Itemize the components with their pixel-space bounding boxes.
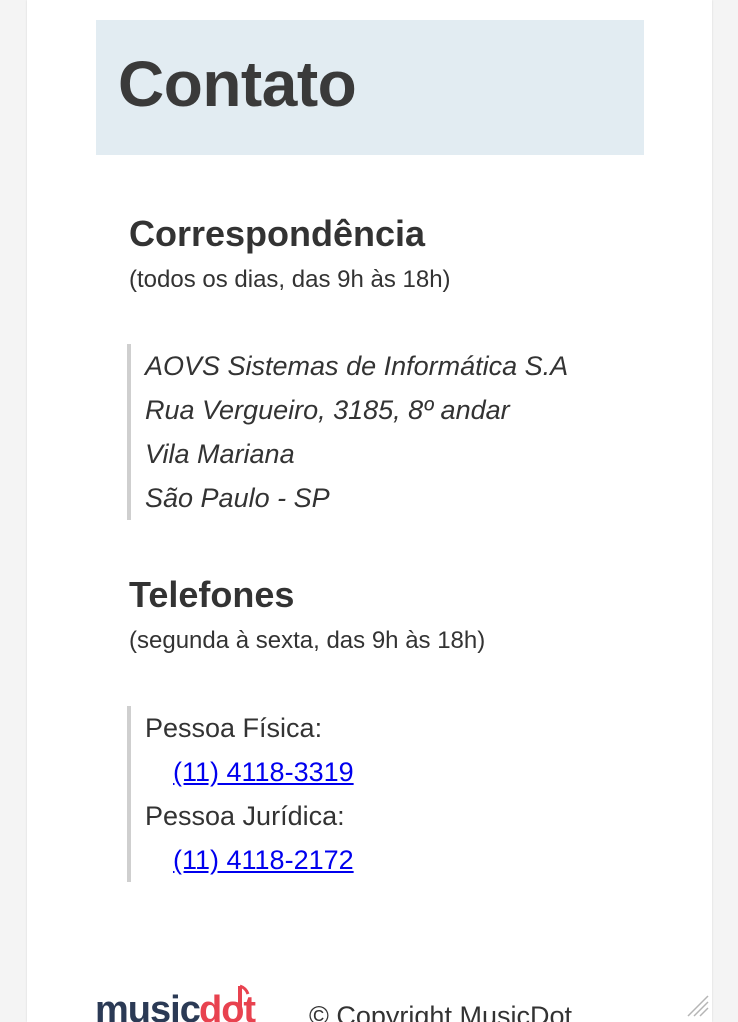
music-note-icon: music dot (95, 984, 257, 1022)
musicdot-logo[interactable]: music dot (95, 978, 275, 1022)
address-district: Vila Mariana (145, 439, 295, 469)
address-city: São Paulo - SP (145, 483, 330, 513)
logo-text: music (95, 989, 201, 1022)
phone-item-personal: (11) 4118-3319 (145, 750, 354, 794)
title-banner: Contato (96, 20, 644, 155)
phone-label-business: Pessoa Jurídica: (145, 801, 345, 831)
phones-hours: (segunda à sexta, das 9h às 18h) (129, 627, 486, 654)
page-title: Contato (118, 48, 357, 120)
phone-link-personal[interactable]: (11) 4118-3319 (173, 757, 354, 787)
address-street: Rua Vergueiro, 3185, 8º andar (145, 395, 510, 425)
correspondence-heading: Correspondência (129, 213, 426, 254)
phone-item-business: (11) 4118-2172 (145, 838, 354, 882)
address-block: AOVS Sistemas de Informática S.A Rua Ver… (127, 344, 568, 520)
phones-block: Pessoa Física: (11) 4118-3319 Pessoa Jur… (127, 706, 354, 882)
phone-label-personal: Pessoa Física: (145, 713, 323, 743)
correspondence-section: Correspondência (todos os dias, das 9h à… (129, 212, 649, 296)
correspondence-hours: (todos os dias, das 9h às 18h) (129, 266, 451, 293)
resize-grip-icon[interactable] (686, 994, 710, 1018)
copyright-text: © Copyright MusicDot (309, 1001, 572, 1022)
phones-section: Telefones (segunda à sexta, das 9h às 18… (129, 573, 649, 657)
contact-page: Contato Correspondência (todos os dias, … (27, 0, 712, 1022)
phone-link-business[interactable]: (11) 4118-2172 (173, 845, 354, 875)
address-company: AOVS Sistemas de Informática S.A (145, 351, 569, 381)
phones-heading: Telefones (129, 574, 295, 615)
